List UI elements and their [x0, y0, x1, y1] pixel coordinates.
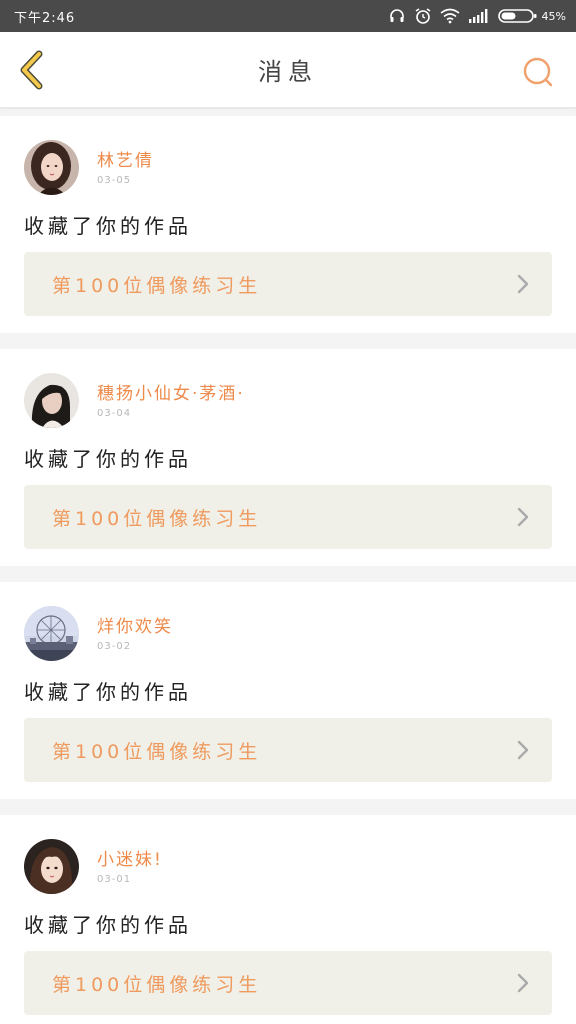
message-card: 小迷妹! 03-01 收藏了你的作品 第100位偶像练习生	[0, 815, 576, 1024]
username[interactable]: 烊你欢笑	[97, 612, 173, 637]
message-date: 03-02	[97, 641, 132, 652]
user-meta: 穗扬小仙女·茅酒· 03-04	[97, 373, 245, 419]
message-card: 烊你欢笑 03-02 收藏了你的作品 第100位偶像练习生	[0, 582, 576, 799]
app-root: 下午2:46 45% 消息 林艺倩 03-05 收藏了你的作品 第100位偶像练…	[0, 0, 576, 1024]
username[interactable]: 林艺倩	[97, 146, 154, 171]
avatar[interactable]	[24, 140, 79, 195]
message-card: 林艺倩 03-05 收藏了你的作品 第100位偶像练习生	[0, 116, 576, 333]
user-row: 林艺倩 03-05	[24, 140, 552, 196]
action-text: 收藏了你的作品	[24, 447, 192, 471]
user-meta: 林艺倩 03-05	[97, 140, 154, 186]
work-link[interactable]: 第100位偶像练习生	[24, 252, 552, 316]
status-time: 下午2:46	[14, 10, 76, 26]
action-text: 收藏了你的作品	[24, 680, 192, 704]
avatar[interactable]	[24, 606, 79, 661]
battery-percent: 45%	[541, 9, 566, 23]
avatar[interactable]	[24, 373, 79, 428]
message-date: 03-01	[97, 874, 132, 885]
work-title: 第100位偶像练习生	[52, 507, 262, 530]
page-title: 消息	[258, 58, 318, 86]
user-meta: 烊你欢笑 03-02	[97, 606, 173, 652]
action-text: 收藏了你的作品	[24, 214, 192, 238]
wifi-icon	[440, 8, 460, 24]
chevron-left-icon	[20, 50, 43, 90]
signal-icon	[468, 9, 490, 23]
action-text: 收藏了你的作品	[24, 913, 192, 937]
user-row: 穗扬小仙女·茅酒· 03-04	[24, 373, 552, 429]
username[interactable]: 穗扬小仙女·茅酒·	[97, 379, 245, 404]
work-title: 第100位偶像练习生	[52, 274, 262, 297]
chevron-right-icon	[516, 273, 530, 295]
user-row: 烊你欢笑 03-02	[24, 606, 552, 662]
header: 消息	[0, 32, 576, 108]
battery-indicator: 45%	[497, 8, 566, 24]
work-link[interactable]: 第100位偶像练习生	[24, 718, 552, 782]
headphones-icon	[388, 7, 406, 25]
work-link[interactable]: 第100位偶像练习生	[24, 951, 552, 1015]
user-row: 小迷妹! 03-01	[24, 839, 552, 895]
search-button[interactable]	[518, 52, 558, 92]
battery-icon	[497, 9, 537, 23]
back-button[interactable]	[12, 50, 52, 90]
chevron-right-icon	[516, 506, 530, 528]
chevron-right-icon	[516, 739, 530, 761]
chevron-right-icon	[516, 972, 530, 994]
username[interactable]: 小迷妹!	[97, 845, 163, 870]
work-title: 第100位偶像练习生	[52, 740, 262, 763]
status-icons: 45%	[388, 7, 566, 25]
work-link[interactable]: 第100位偶像练习生	[24, 485, 552, 549]
message-list: 林艺倩 03-05 收藏了你的作品 第100位偶像练习生 穗扬小仙女·茅酒· 0…	[0, 108, 576, 1024]
message-date: 03-05	[97, 175, 132, 186]
user-meta: 小迷妹! 03-01	[97, 839, 163, 885]
search-icon	[523, 57, 553, 87]
message-card: 穗扬小仙女·茅酒· 03-04 收藏了你的作品 第100位偶像练习生	[0, 349, 576, 566]
message-date: 03-04	[97, 408, 132, 419]
status-bar: 下午2:46 45%	[0, 0, 576, 32]
avatar[interactable]	[24, 839, 79, 894]
work-title: 第100位偶像练习生	[52, 973, 262, 996]
alarm-icon	[414, 7, 432, 25]
